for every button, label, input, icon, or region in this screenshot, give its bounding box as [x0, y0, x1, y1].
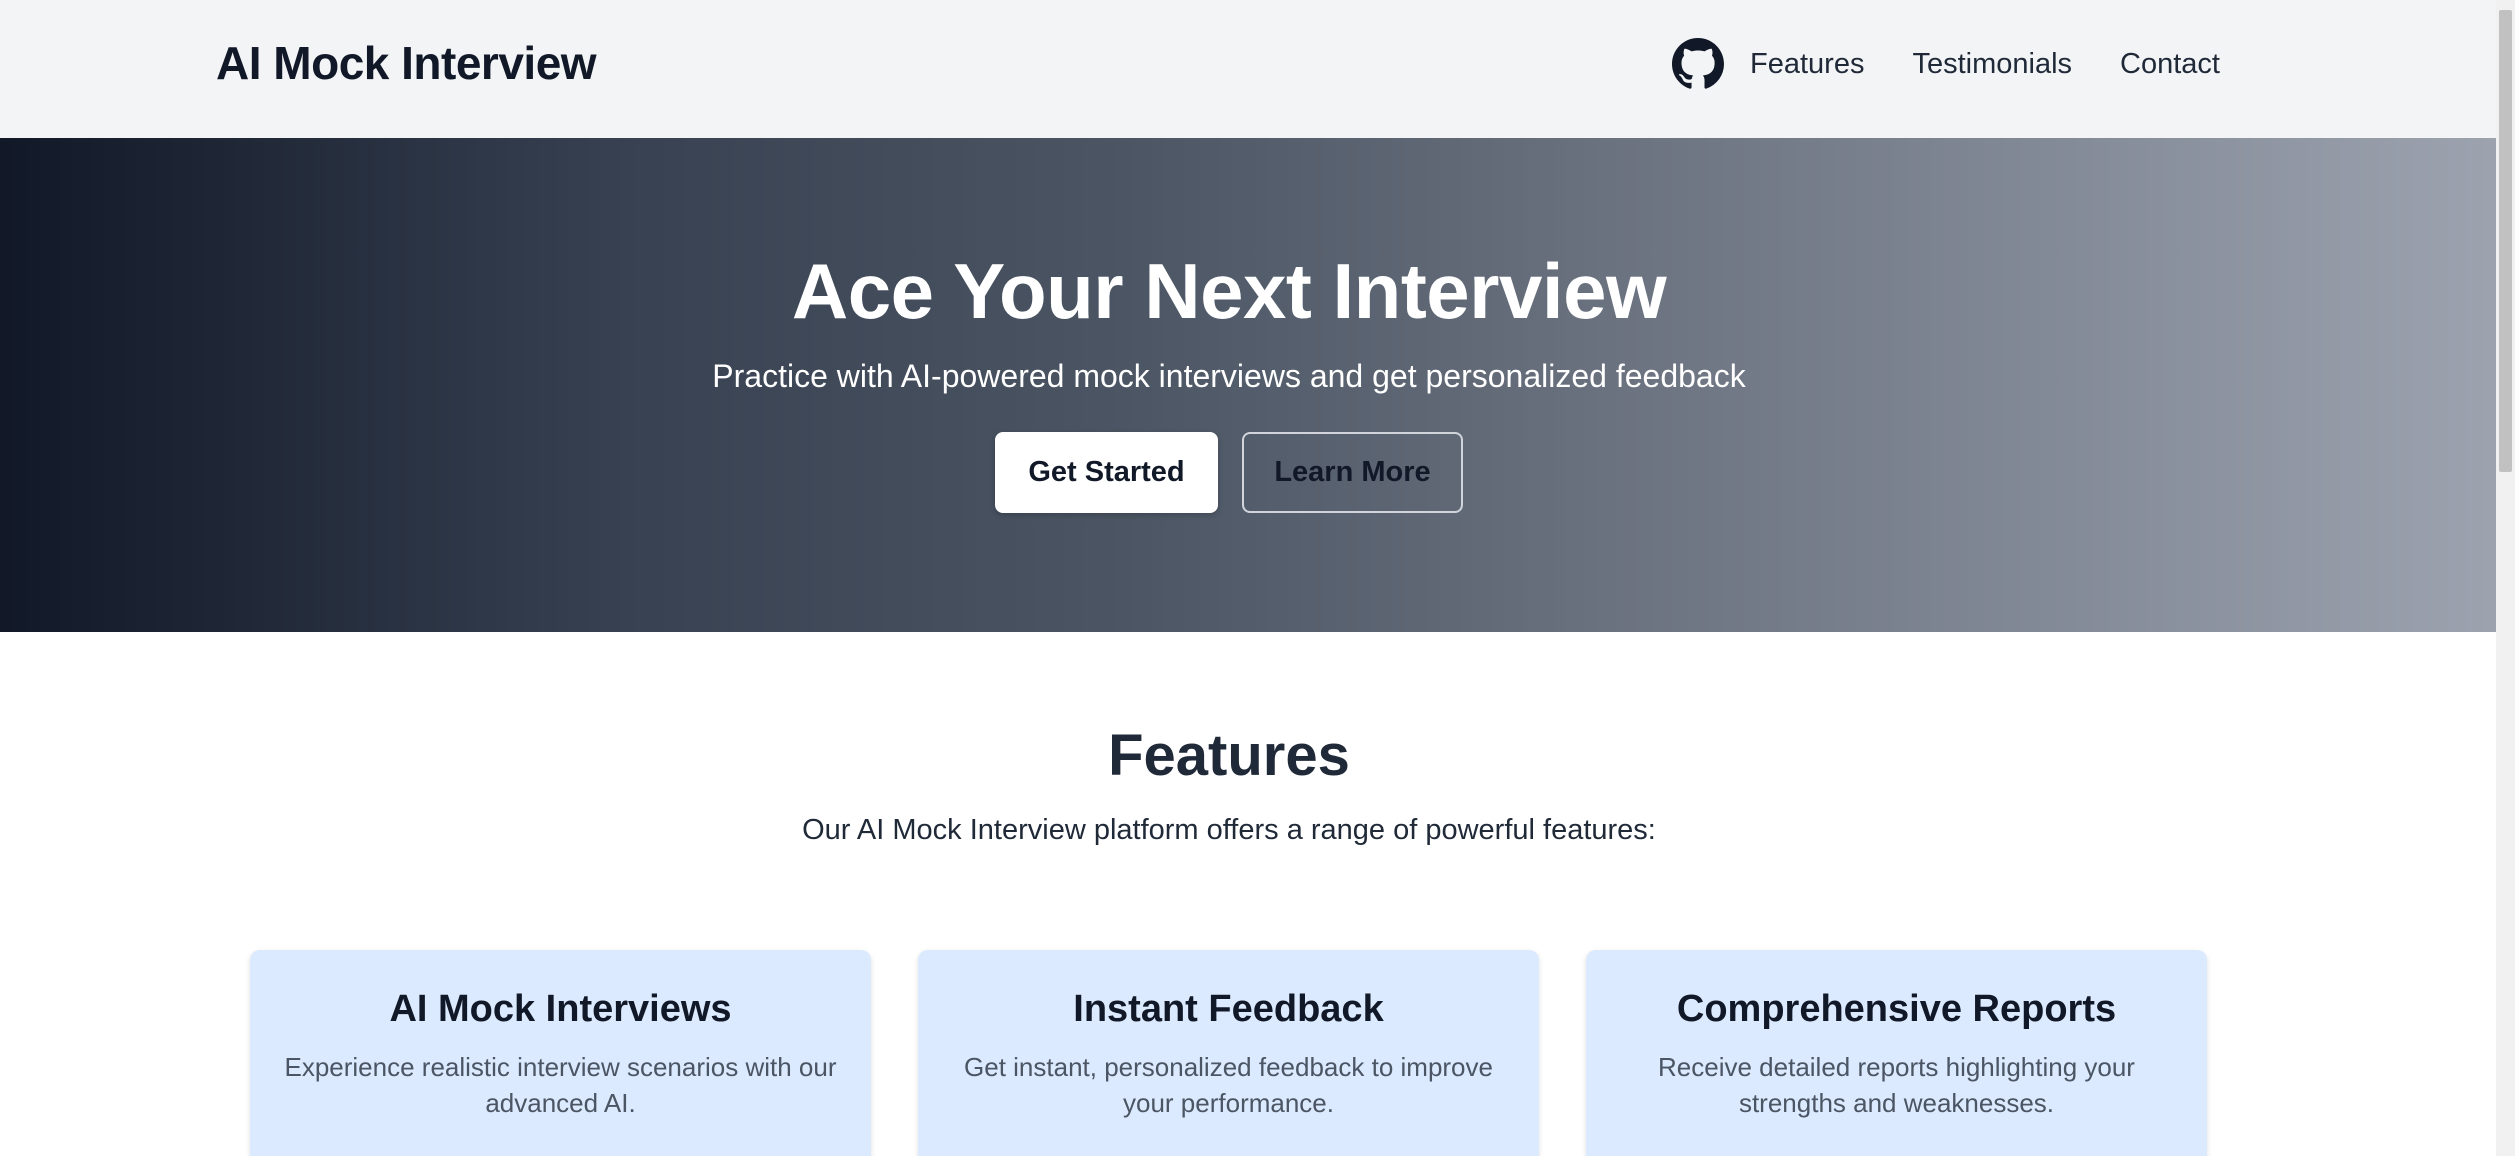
nav-link-testimonials[interactable]: Testimonials — [1912, 48, 2072, 81]
feature-card-description: Get instant, personalized feedback to im… — [964, 1052, 1493, 1118]
hero-section: Ace Your Next Interview Practice with AI… — [0, 138, 2496, 632]
feature-card-title: AI Mock Interviews — [389, 988, 732, 1030]
feature-card-ai-mock-interviews: AI Mock Interviews Experience realistic … — [250, 950, 871, 1156]
hero-subtitle: Practice with AI-powered mock interviews… — [712, 358, 1746, 394]
feature-card-instant-feedback: Instant Feedback Get instant, personaliz… — [918, 950, 1539, 1156]
features-subtitle: Our AI Mock Interview platform offers a … — [802, 814, 1656, 846]
feature-card-title: Comprehensive Reports — [1676, 988, 2117, 1030]
github-icon[interactable] — [1672, 38, 1724, 90]
nav-link-features[interactable]: Features — [1750, 48, 1864, 81]
page: AI Mock Interview Features Testimonials … — [0, 0, 2515, 1156]
brand-logo[interactable]: AI Mock Interview — [216, 36, 597, 90]
hero-buttons: Get Started Learn More — [995, 432, 1463, 513]
get-started-button[interactable]: Get Started — [995, 432, 1218, 513]
feature-card-description: Receive detailed reports highlighting yo… — [1658, 1052, 2135, 1118]
scrollbar-thumb[interactable] — [2499, 10, 2512, 472]
features-title: Features — [1108, 723, 1350, 788]
main-nav: Features Testimonials Contact — [1672, 36, 2220, 92]
hero-title: Ace Your Next Interview — [791, 247, 1667, 335]
nav-link-contact[interactable]: Contact — [2120, 48, 2220, 81]
vertical-scrollbar[interactable] — [2496, 0, 2515, 1156]
feature-card-title: Instant Feedback — [1073, 988, 1384, 1030]
feature-card-description: Experience realistic interview scenarios… — [284, 1052, 837, 1118]
feature-card-comprehensive-reports: Comprehensive Reports Receive detailed r… — [1586, 950, 2207, 1156]
feature-cards: AI Mock Interviews Experience realistic … — [250, 950, 2207, 1156]
site-header: AI Mock Interview Features Testimonials … — [0, 0, 2496, 138]
learn-more-button[interactable]: Learn More — [1242, 432, 1463, 513]
